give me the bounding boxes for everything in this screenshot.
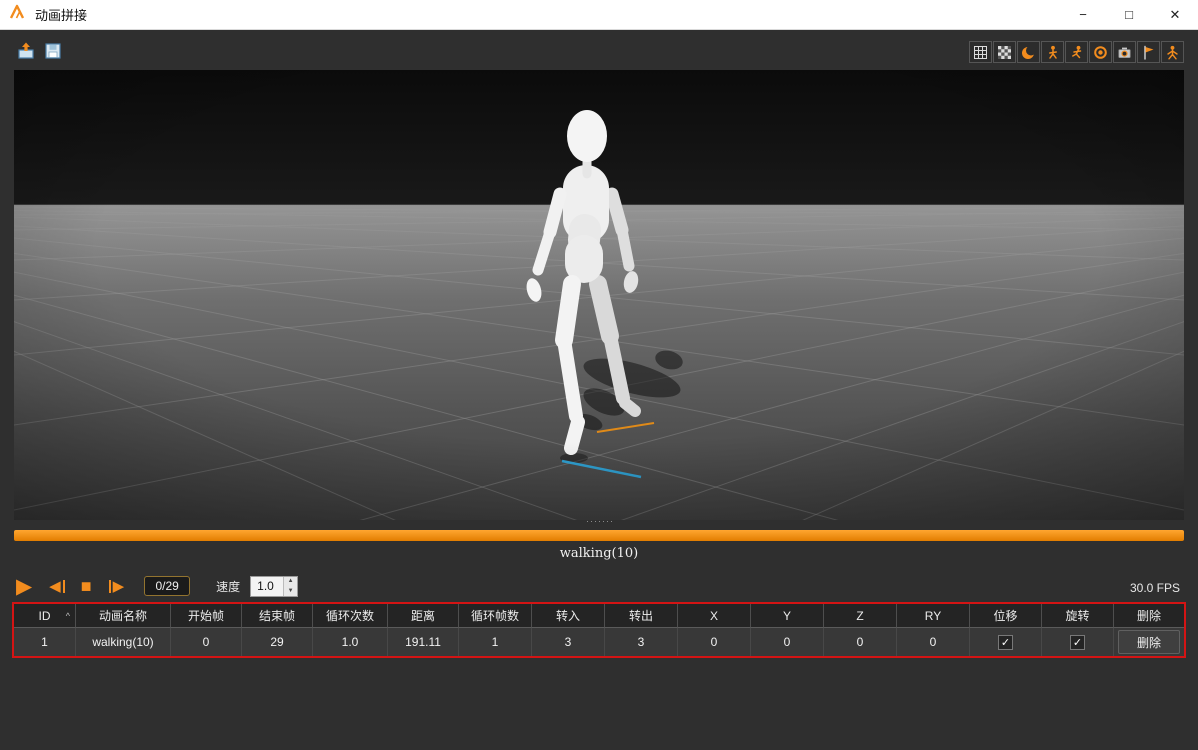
cell-name[interactable]: walking(10) xyxy=(76,628,171,656)
col-header-x[interactable]: X xyxy=(678,604,751,628)
speed-spin-buttons: ▲ ▼ xyxy=(283,576,298,596)
cell-delete: 删除 xyxy=(1114,628,1184,656)
fps-label: 30.0 FPS xyxy=(1129,581,1180,595)
camera-icon[interactable] xyxy=(1113,41,1136,63)
cell-ry[interactable]: 0 xyxy=(897,628,970,656)
flag-marker-icon[interactable] xyxy=(1137,41,1160,63)
col-header-id[interactable]: ID ^ xyxy=(14,604,76,628)
cell-loop-frames[interactable]: 1 xyxy=(459,628,532,656)
cell-blend-in[interactable]: 3 xyxy=(532,628,605,656)
window-controls: − □ ✕ xyxy=(1060,0,1198,30)
timeline-drag-handle[interactable]: ······· xyxy=(560,517,640,526)
viewport-3d[interactable] xyxy=(0,70,1198,750)
play-button[interactable]: ▶ xyxy=(16,576,32,597)
app-logo-icon xyxy=(9,4,27,25)
stop-icon: ■ xyxy=(80,576,92,596)
moon-lighting-icon[interactable] xyxy=(1017,41,1040,63)
col-header-end-frame[interactable]: 结束帧 xyxy=(242,604,313,628)
playback-controls: ▶ ◀ ■ ▶ 速度 ▲ ▼ xyxy=(16,574,299,598)
col-header-delete[interactable]: 删除 xyxy=(1114,604,1184,628)
viewport-canvas xyxy=(0,70,1198,750)
speed-label: 速度 xyxy=(216,579,241,594)
animation-table: ID ^ 动画名称 开始帧 结束帧 循环次数 距离 循环帧数 转入 转出 X Y… xyxy=(12,602,1186,658)
window-title: 动画拼接 xyxy=(35,8,88,23)
col-header-rotate[interactable]: 旋转 xyxy=(1042,604,1114,628)
translate-checkbox[interactable]: ✓ xyxy=(998,634,1013,650)
rotate-checkbox[interactable]: ✓ xyxy=(1070,634,1085,650)
col-header-y[interactable]: Y xyxy=(751,604,824,628)
record-icon[interactable] xyxy=(1089,41,1112,63)
speed-spinner: ▲ ▼ xyxy=(250,575,299,597)
close-button[interactable]: ✕ xyxy=(1152,0,1198,30)
cell-blend-out[interactable]: 3 xyxy=(605,628,678,656)
sort-asc-icon: ^ xyxy=(65,611,70,621)
speed-input[interactable] xyxy=(251,576,284,596)
toolbar-left xyxy=(16,41,63,61)
delete-button[interactable]: 删除 xyxy=(1118,630,1180,654)
col-header-start-frame[interactable]: 开始帧 xyxy=(171,604,242,628)
cell-translate: ✓ xyxy=(970,628,1042,656)
step-back-icon: ◀ xyxy=(49,577,61,595)
speed-down-button[interactable]: ▼ xyxy=(284,586,298,596)
run-preview-icon[interactable] xyxy=(1065,41,1088,63)
cell-start-frame[interactable]: 0 xyxy=(171,628,242,656)
toolbar-right xyxy=(969,41,1184,63)
cell-id[interactable]: 1 xyxy=(14,628,76,656)
col-header-blend-out[interactable]: 转出 xyxy=(605,604,678,628)
cell-x[interactable]: 0 xyxy=(678,628,751,656)
walk-preview-icon[interactable] xyxy=(1041,41,1064,63)
grid-display-icon[interactable] xyxy=(969,41,992,63)
cell-end-frame[interactable]: 29 xyxy=(242,628,313,656)
speed-up-button[interactable]: ▲ xyxy=(284,576,298,586)
import-animation-icon[interactable] xyxy=(16,41,36,61)
col-header-z[interactable]: Z xyxy=(824,604,897,628)
maximize-button[interactable]: □ xyxy=(1106,0,1152,30)
title-bar: 动画拼接 − □ ✕ xyxy=(0,0,1198,30)
cell-loop-count[interactable]: 1.0 xyxy=(313,628,388,656)
col-header-ry[interactable]: RY xyxy=(897,604,970,628)
col-header-loop-frames[interactable]: 循环帧数 xyxy=(459,604,532,628)
play-icon: ▶ xyxy=(16,574,33,598)
col-header-loop-count[interactable]: 循环次数 xyxy=(313,604,388,628)
check-icon: ✓ xyxy=(1072,636,1083,649)
app-window: 动画拼接 − □ ✕ ······· walking(10) ▶ ◀ ■ ▶ 0… xyxy=(0,0,1198,750)
save-file-icon[interactable] xyxy=(43,41,63,61)
step-forward-button[interactable]: ▶ xyxy=(108,577,125,595)
cell-rotate: ✓ xyxy=(1042,628,1114,656)
col-header-blend-in[interactable]: 转入 xyxy=(532,604,605,628)
step-back-button[interactable]: ◀ xyxy=(49,579,65,594)
skeleton-display-icon[interactable] xyxy=(1161,41,1184,63)
minimize-button[interactable]: − xyxy=(1060,0,1106,30)
col-header-name[interactable]: 动画名称 xyxy=(76,604,171,628)
timeline-progress-bar[interactable] xyxy=(14,530,1184,541)
checkerboard-ground-icon[interactable] xyxy=(993,41,1016,63)
col-header-translate[interactable]: 位移 xyxy=(970,604,1042,628)
cell-y[interactable]: 0 xyxy=(751,628,824,656)
check-icon: ✓ xyxy=(1000,636,1011,649)
step-forward-icon: ▶ xyxy=(112,577,125,595)
cell-z[interactable]: 0 xyxy=(824,628,897,656)
cell-distance[interactable]: 191.11 xyxy=(388,628,459,656)
frame-counter-input[interactable] xyxy=(144,576,191,596)
timeline-clip-label: walking(10) xyxy=(559,546,639,561)
stop-button[interactable]: ■ xyxy=(81,577,92,595)
col-header-distance[interactable]: 距离 xyxy=(388,604,459,628)
